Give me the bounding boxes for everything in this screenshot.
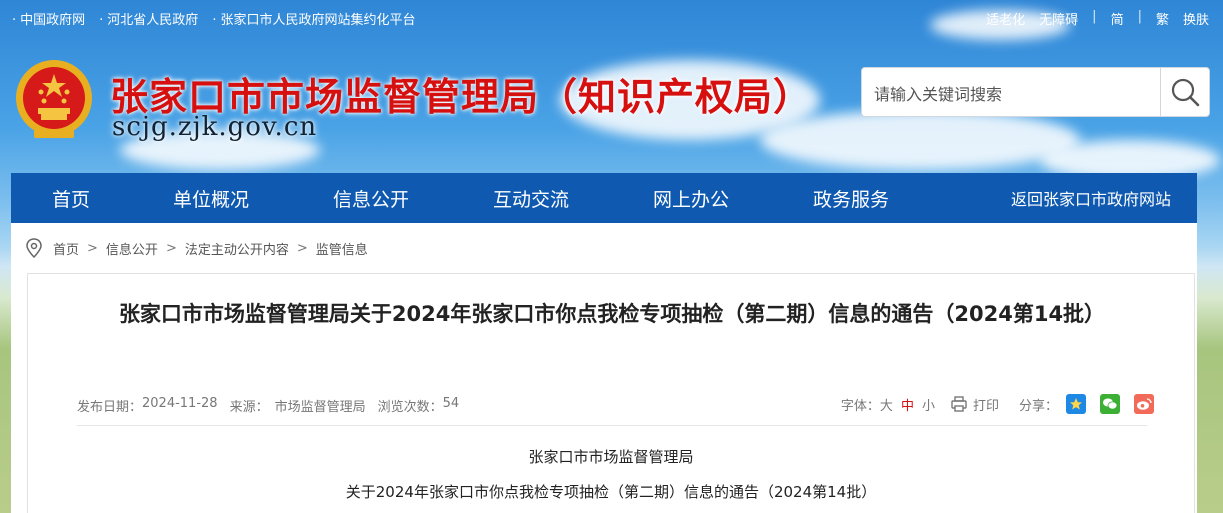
nav-back-to-city-site[interactable]: 返回张家口市政府网站 xyxy=(1011,186,1171,210)
share-qzone-button[interactable] xyxy=(1066,394,1086,414)
print-label: 打印 xyxy=(972,398,999,414)
elderly-mode-link[interactable]: 适老化 xyxy=(986,9,1025,28)
breadcrumb-separator: > xyxy=(87,240,98,256)
search-button[interactable] xyxy=(1160,68,1209,116)
source-label: 来源： xyxy=(229,400,269,415)
font-size-label: 字体： xyxy=(840,398,880,414)
nav-online-office[interactable]: 网上办公 xyxy=(611,185,771,212)
search-input[interactable] xyxy=(872,81,1156,107)
article-body-issuer: 张家口市市场监督管理局 xyxy=(528,448,694,466)
breadcrumb: 首页 > 信息公开 > 法定主动公开内容 > 监管信息 xyxy=(25,238,368,258)
breadcrumb-separator: > xyxy=(296,240,308,256)
font-small-button[interactable]: 小 xyxy=(922,395,935,414)
share-wechat-button[interactable] xyxy=(1100,394,1120,414)
change-skin-link[interactable]: 换肤 xyxy=(1183,9,1209,28)
source-value: 市场监督管理局 xyxy=(274,400,366,415)
share-label: 分享： xyxy=(1018,398,1058,414)
wechat-icon xyxy=(1103,398,1118,410)
breadcrumb-info-disclosure[interactable]: 信息公开 xyxy=(106,239,158,258)
traditional-chinese-link[interactable]: 繁 xyxy=(1156,9,1169,28)
search-icon xyxy=(1171,78,1200,107)
nav-home[interactable]: 首页 xyxy=(11,185,131,212)
meta-divider xyxy=(77,425,1147,426)
share-weibo-button[interactable] xyxy=(1134,394,1154,414)
article: 张家口市市场监督管理局关于2024年张家口市你点我检专项抽检（第二期）信息的通告… xyxy=(27,273,1195,513)
site-domain: scjg.zjk.gov.cn xyxy=(112,112,318,142)
font-large-button[interactable]: 大 xyxy=(880,395,893,414)
divider: | xyxy=(1137,9,1142,24)
article-body-subject: 关于2024年张家口市你点我检专项抽检（第二期）信息的通告（2024第14批） xyxy=(345,483,877,501)
views-count: 54 xyxy=(442,396,460,411)
simplified-chinese-link[interactable]: 简 xyxy=(1111,9,1124,28)
search-box xyxy=(861,67,1210,117)
article-tools: 字体： 大 中 小 打印 分享： xyxy=(841,394,1154,414)
nav-info-disclosure[interactable]: 信息公开 xyxy=(291,185,451,212)
accessibility-link[interactable]: 无障碍 xyxy=(1039,9,1078,28)
printer-icon xyxy=(951,396,967,412)
main-nav: 首页 单位概况 信息公开 互动交流 网上办公 政务服务 返回张家口市政府网站 xyxy=(11,173,1197,223)
divider: | xyxy=(1092,9,1097,24)
star-icon xyxy=(1070,398,1082,410)
top-link-hebei[interactable]: 河北省人民政府 xyxy=(99,9,198,28)
article-title: 张家口市市场监督管理局关于2024年张家口市你点我检专项抽检（第二期）信息的通告… xyxy=(118,302,1106,326)
font-medium-button[interactable]: 中 xyxy=(901,395,914,414)
article-meta: 发布日期： 2024-11-28 来源： 市场监督管理局 浏览次数： 54 xyxy=(77,396,459,415)
breadcrumb-statutory-content[interactable]: 法定主动公开内容 xyxy=(185,239,289,258)
top-link-gov[interactable]: 中国政府网 xyxy=(12,9,85,28)
publish-date: 2024-11-28 xyxy=(142,396,218,411)
content-panel: 首页 > 信息公开 > 法定主动公开内容 > 监管信息 张家口市市场监督管理局关… xyxy=(11,223,1197,513)
views-label: 浏览次数： xyxy=(377,400,443,415)
top-right-tools: 适老化 无障碍 | 简 | 繁 换肤 xyxy=(986,9,1209,28)
weibo-icon xyxy=(1137,398,1152,410)
publish-date-label: 发布日期： xyxy=(77,400,143,415)
location-pin-icon xyxy=(26,238,42,258)
nav-interaction[interactable]: 互动交流 xyxy=(451,185,611,212)
top-link-zjk-platform[interactable]: 张家口市人民政府网站集约化平台 xyxy=(212,9,415,28)
top-bar: 中国政府网 河北省人民政府 张家口市人民政府网站集约化平台 适老化 无障碍 | … xyxy=(0,0,1223,34)
breadcrumb-separator: > xyxy=(165,240,177,256)
top-links: 中国政府网 河北省人民政府 张家口市人民政府网站集约化平台 xyxy=(12,9,415,28)
breadcrumb-supervision-info[interactable]: 监管信息 xyxy=(316,239,368,258)
nav-unit-overview[interactable]: 单位概况 xyxy=(131,185,291,212)
national-emblem-icon xyxy=(16,60,92,138)
nav-gov-services[interactable]: 政务服务 xyxy=(771,185,931,212)
print-button[interactable]: 打印 xyxy=(951,395,999,414)
breadcrumb-home[interactable]: 首页 xyxy=(53,239,79,258)
